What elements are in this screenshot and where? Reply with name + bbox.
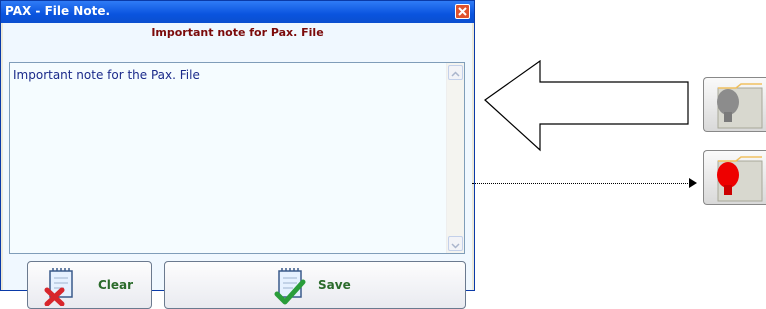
save-label: Save — [318, 278, 351, 292]
title-bar[interactable]: PAX - File Note. — [1, 1, 474, 23]
vertical-scrollbar[interactable] — [446, 63, 464, 253]
chevron-up-icon — [451, 71, 460, 77]
close-icon — [458, 7, 467, 16]
arrowhead-icon — [689, 178, 697, 188]
notepad-save-icon — [274, 268, 306, 305]
folder-bulb-red-icon — [717, 156, 763, 202]
note-textarea[interactable]: Important note for the Pax. File — [9, 62, 465, 254]
clear-button[interactable]: Clear — [27, 261, 152, 309]
clear-label: Clear — [98, 278, 134, 292]
scroll-up-button[interactable] — [448, 65, 463, 80]
left-arrow-annotation — [484, 60, 689, 152]
dialog-content: Important note for Pax. File Important n… — [3, 23, 472, 309]
scroll-down-button[interactable] — [448, 236, 463, 251]
file-note-dialog: PAX - File Note. Important note for Pax.… — [0, 0, 475, 309]
note-folder-button-inactive[interactable] — [703, 77, 766, 132]
window-title: PAX - File Note. — [5, 4, 111, 18]
notepad-clear-icon — [44, 268, 73, 306]
note-text[interactable]: Important note for the Pax. File — [13, 68, 200, 82]
chevron-down-icon — [451, 243, 460, 249]
folder-bulb-grey-icon — [717, 83, 763, 129]
close-button[interactable] — [455, 4, 470, 19]
note-folder-button-active[interactable] — [703, 150, 766, 205]
save-button[interactable]: Save — [164, 261, 466, 309]
dotted-pointer-line — [472, 183, 692, 184]
note-heading: Important note for Pax. File — [151, 26, 324, 39]
